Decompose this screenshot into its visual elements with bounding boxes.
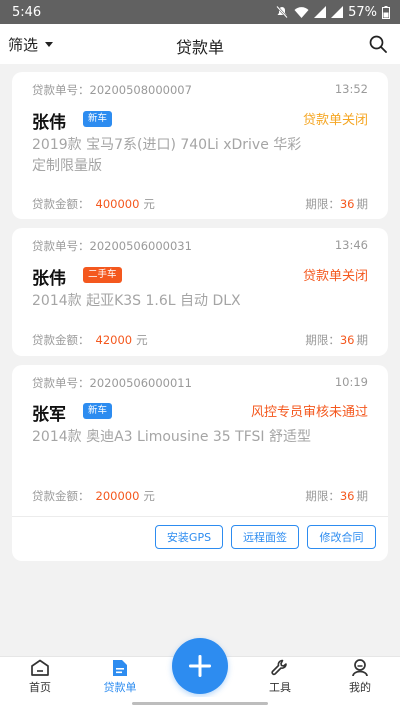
divider bbox=[12, 516, 388, 517]
tab-mine[interactable]: 我的 bbox=[320, 657, 400, 698]
home-icon bbox=[31, 659, 49, 676]
battery-level: 57% bbox=[348, 4, 377, 20]
order-time: 13:46 bbox=[334, 238, 368, 252]
wrench-icon bbox=[271, 659, 287, 676]
car-model: 2014款 奥迪A3 Limousine 35 TFSI 舒适型 bbox=[32, 429, 311, 445]
tab-tools[interactable]: 工具 bbox=[240, 657, 320, 698]
add-loan-button[interactable] bbox=[172, 638, 228, 694]
customer-name: 张军 bbox=[32, 405, 66, 425]
search-icon[interactable] bbox=[368, 34, 388, 54]
plus-icon bbox=[189, 655, 211, 677]
mute-icon bbox=[276, 5, 288, 19]
tab-label: 首页 bbox=[29, 681, 51, 694]
customer-name: 张伟 bbox=[32, 269, 66, 289]
tab-label: 我的 bbox=[349, 681, 371, 694]
nav-bar: 筛选 贷款单 bbox=[0, 24, 400, 64]
order-number: 贷款单号：20200506000011 bbox=[32, 376, 192, 390]
battery-icon bbox=[382, 5, 390, 19]
loan-card[interactable]: 贷款单号：20200506000011 10:19 张军 新车 风控专员审核未通… bbox=[12, 365, 388, 561]
tab-home[interactable]: 首页 bbox=[0, 657, 80, 698]
car-type-badge: 新车 bbox=[83, 111, 113, 127]
loan-card[interactable]: 贷款单号：20200506000031 13:46 张伟 二手车 贷款单关闭 2… bbox=[12, 228, 388, 356]
loan-card[interactable]: 贷款单号：20200508000007 13:52 张伟 新车 贷款单关闭 20… bbox=[12, 72, 388, 219]
tab-loans[interactable]: 贷款单 bbox=[80, 657, 160, 698]
loan-amount: 贷款金额： 42000 元 bbox=[32, 333, 148, 347]
user-icon bbox=[352, 659, 368, 677]
customer-name: 张伟 bbox=[32, 113, 66, 133]
tab-label: 工具 bbox=[269, 681, 291, 694]
loan-amount: 贷款金额： 400000 元 bbox=[32, 197, 155, 211]
loan-status: 贷款单关闭 bbox=[302, 113, 368, 128]
order-number: 贷款单号：20200506000031 bbox=[32, 239, 192, 253]
status-bar: 5:46 57% bbox=[0, 0, 400, 24]
home-indicator bbox=[0, 697, 400, 711]
document-icon bbox=[113, 660, 127, 676]
home-indicator-pill[interactable] bbox=[132, 702, 268, 705]
loan-period: 期限：36 期 bbox=[305, 333, 368, 347]
signal-icon bbox=[314, 6, 327, 18]
signal-icon-2 bbox=[331, 6, 344, 18]
loan-status: 风控专员审核未通过 bbox=[250, 405, 368, 420]
remote-signing-button[interactable]: 远程面签 bbox=[231, 525, 299, 549]
car-model: 2014款 起亚K3S 1.6L 自动 DLX bbox=[32, 293, 241, 309]
loan-status: 贷款单关闭 bbox=[302, 269, 368, 284]
order-time: 13:52 bbox=[334, 82, 368, 96]
status-time: 5:46 bbox=[12, 4, 42, 20]
loan-period: 期限：36 期 bbox=[305, 489, 368, 503]
install-gps-button[interactable]: 安装GPS bbox=[155, 525, 223, 549]
loan-amount: 贷款金额： 200000 元 bbox=[32, 489, 155, 503]
loan-period: 期限：36 期 bbox=[305, 197, 368, 211]
order-time: 10:19 bbox=[334, 375, 368, 389]
modify-contract-button[interactable]: 修改合同 bbox=[307, 525, 376, 549]
page-title: 贷款单 bbox=[175, 38, 224, 57]
tab-label: 贷款单 bbox=[103, 681, 137, 694]
car-type-badge: 新车 bbox=[83, 403, 113, 419]
car-model: 2019款 宝马7系(进口) 740Li xDrive 华彩定制限量版 bbox=[32, 137, 302, 174]
wifi-icon bbox=[294, 6, 309, 18]
order-number: 贷款单号：20200508000007 bbox=[32, 83, 192, 97]
car-type-badge: 二手车 bbox=[83, 267, 122, 283]
